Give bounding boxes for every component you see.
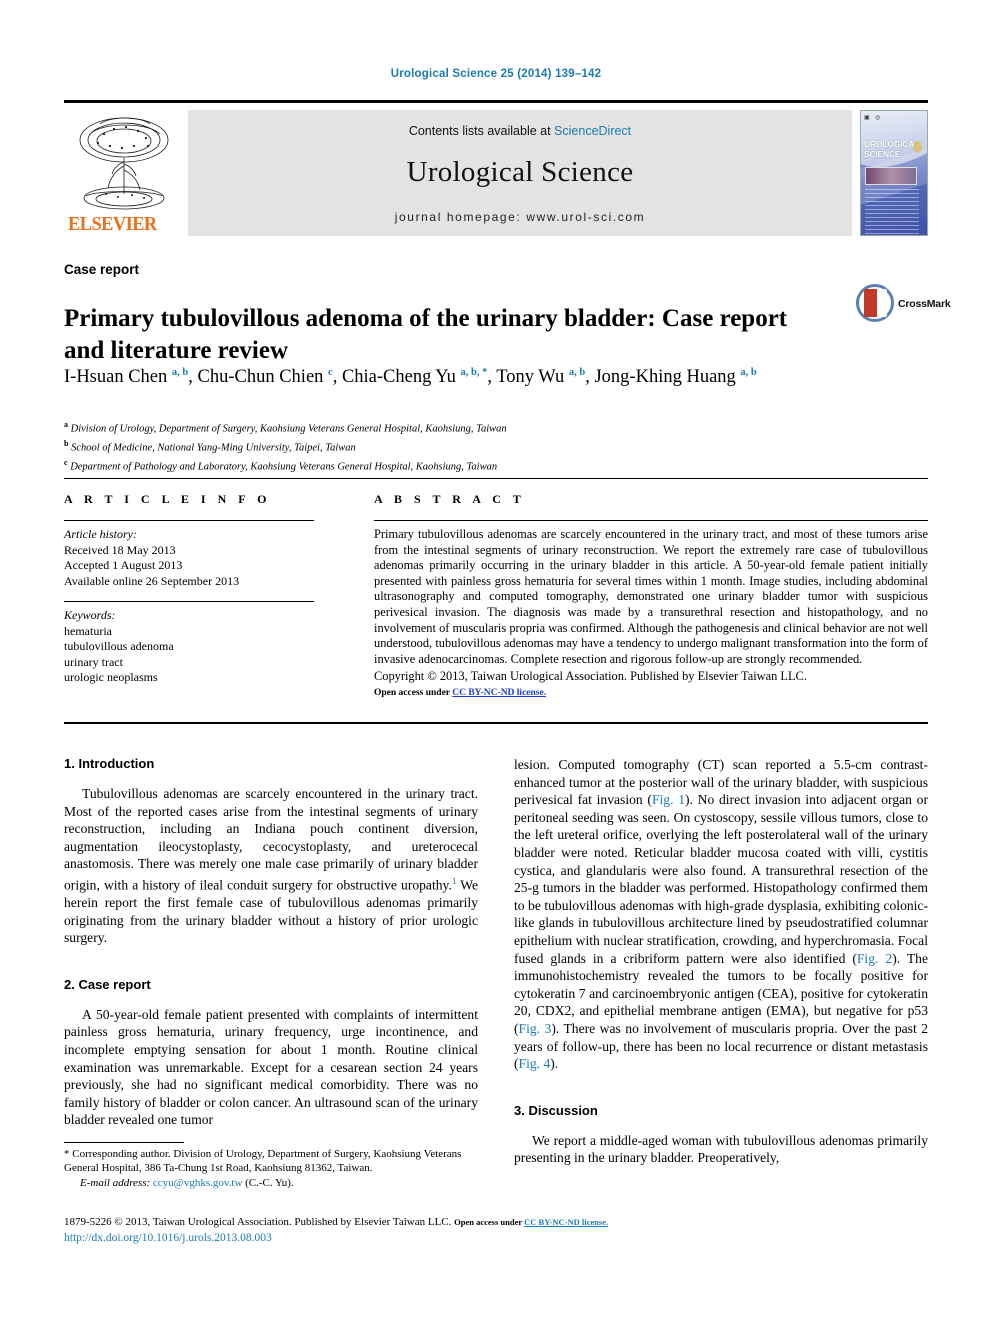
affiliation-mark: b [64, 439, 69, 448]
journal-masthead: ELSEVIER Contents lists available at Sci… [64, 100, 928, 236]
contents-prefix: Contents lists available at [408, 124, 555, 138]
affiliation-item: c Department of Pathology and Laboratory… [64, 458, 498, 473]
imprint-block: 1879-5226 © 2013, Taiwan Urological Asso… [64, 1215, 928, 1246]
keywords-label: Keywords: [64, 608, 116, 622]
elsevier-wordmark: ELSEVIER [68, 213, 157, 235]
figure-link-4[interactable]: Fig. 4 [519, 1056, 551, 1071]
crossmark-book-icon [864, 289, 887, 317]
sciencedirect-link[interactable]: ScienceDirect [554, 124, 631, 138]
article-history-group: Article history: Received 18 May 2013 Ac… [64, 527, 314, 589]
journal-title: Urological Science [406, 156, 634, 188]
email-link[interactable]: ccyu@vghks.gov.tw [153, 1177, 242, 1189]
discussion-paragraph: We report a middle-aged woman with tubul… [514, 1132, 928, 1166]
case-report-paragraph-continued: lesion. Computed tomography (CT) scan re… [514, 757, 929, 1072]
body-column-left: 1. Introduction Tubulovillous adenomas a… [64, 756, 478, 1129]
case-report-paragraph: A 50-year-old female patient presented w… [64, 1006, 478, 1128]
open-access-prefix: Open access under [374, 687, 453, 698]
info-block-top-rule [64, 478, 928, 479]
cc-license-link[interactable]: CC BY-NC-ND license. [452, 688, 546, 698]
masthead-top-rule [64, 100, 928, 103]
elsevier-logo: ELSEVIER [64, 110, 184, 236]
figure-link-1[interactable]: Fig. 1 [652, 792, 685, 807]
keyword-item: hematuria [64, 623, 112, 638]
crossmark-label: CrossMark [898, 298, 951, 310]
journal-article-page: Urological Science 25 (2014) 139–142 ELS… [0, 0, 992, 1323]
contents-available-line: Contents lists available at ScienceDirec… [188, 110, 852, 138]
article-history-label: Article history: [64, 527, 137, 541]
crossmark-badge[interactable]: CrossMark [856, 284, 951, 326]
cover-journal-title: UROLOGICAL SCIENCE [864, 139, 920, 159]
article-info-heading: A R T I C L E I N F O [64, 492, 271, 506]
keyword-item: urologic neoplasms [64, 670, 158, 684]
article-type-label: Case report [64, 262, 140, 277]
author-list: I-Hsuan Chen a, b, Chu-Chun Chien c, Chi… [64, 367, 757, 388]
abstract-column: A B S T R A C T Primary tubulovillous ad… [374, 492, 928, 698]
history-item: Received 18 May 2013 [64, 542, 176, 557]
article-info-column: A R T I C L E I N F O Article history: R… [64, 492, 314, 686]
imprint-line: 1879-5226 © 2013, Taiwan Urological Asso… [64, 1216, 609, 1228]
keywords-separator-rule [64, 601, 314, 602]
keyword-item: urinary tract [64, 654, 123, 669]
history-item: Accepted 1 August 2013 [64, 558, 183, 572]
intro-paragraph: Tubulovillous adenomas are scarcely enco… [64, 786, 478, 946]
cover-image-strip [865, 167, 917, 185]
abstract-open-access: Open access under CC BY-NC-ND license. [374, 688, 928, 698]
keywords-group: Keywords: hematuria tubulovillous adenom… [64, 608, 314, 686]
affiliation-list: a Division of Urology, Department of Sur… [64, 418, 804, 475]
article-info-rule [64, 520, 314, 521]
abstract-copyright: Copyright © 2013, Taiwan Urological Asso… [374, 669, 807, 684]
figure-link-2[interactable]: Fig. 2 [857, 951, 892, 966]
abstract-rule [374, 520, 928, 521]
imprint-open-access: Open access under CC BY-NC-ND license. [454, 1217, 609, 1227]
elsevier-tree-icon [79, 117, 169, 210]
section-heading-introduction: 1. Introduction [64, 756, 155, 771]
doi-link[interactable]: http://dx.doi.org/10.1016/j.urols.2013.0… [64, 1231, 928, 1246]
email-label: E-mail address: [80, 1177, 151, 1189]
keyword-item: tubulovillous adenoma [64, 639, 174, 653]
history-item: Available online 26 September 2013 [64, 573, 240, 588]
footnote-text: * Corresponding author. Division of Urol… [64, 1148, 462, 1189]
section-heading-discussion: 3. Discussion [514, 1102, 598, 1118]
cover-text-lines [865, 189, 919, 235]
page-title: Primary tubulovillous adenoma of the uri… [64, 304, 788, 364]
info-block-bottom-rule [64, 722, 928, 724]
cover-top-icons: ▣ ◎ [864, 115, 883, 121]
section-heading-case-report: 2. Case report [64, 976, 151, 992]
cover-badge-icon [913, 141, 922, 153]
imprint-cc-link[interactable]: CC BY-NC-ND license. [524, 1217, 608, 1227]
abstract-heading: A B S T R A C T [374, 492, 526, 506]
body-column-right: lesion. Computed tomography (CT) scan re… [514, 756, 928, 1167]
figure-link-3[interactable]: Fig. 3 [519, 1021, 552, 1036]
journal-homepage[interactable]: journal homepage: www.urol-sci.com [188, 210, 852, 224]
corresponding-author-footnote: * Corresponding author. Division of Urol… [64, 1142, 478, 1190]
affiliation-item: a Division of Urology, Department of Sur… [64, 420, 507, 435]
journal-cover-thumbnail: ▣ ◎ UROLOGICAL SCIENCE [860, 110, 928, 236]
running-head: Urological Science 25 (2014) 139–142 [390, 68, 602, 80]
affiliation-mark: a [64, 420, 68, 429]
abstract-text: Primary tubulovillous adenomas are scarc… [374, 527, 928, 666]
affiliation-mark: c [64, 458, 68, 467]
affiliation-item: b School of Medicine, National Yang-Ming… [64, 439, 356, 454]
footnote-rule [64, 1142, 184, 1143]
masthead-center-panel: Contents lists available at ScienceDirec… [188, 110, 852, 236]
